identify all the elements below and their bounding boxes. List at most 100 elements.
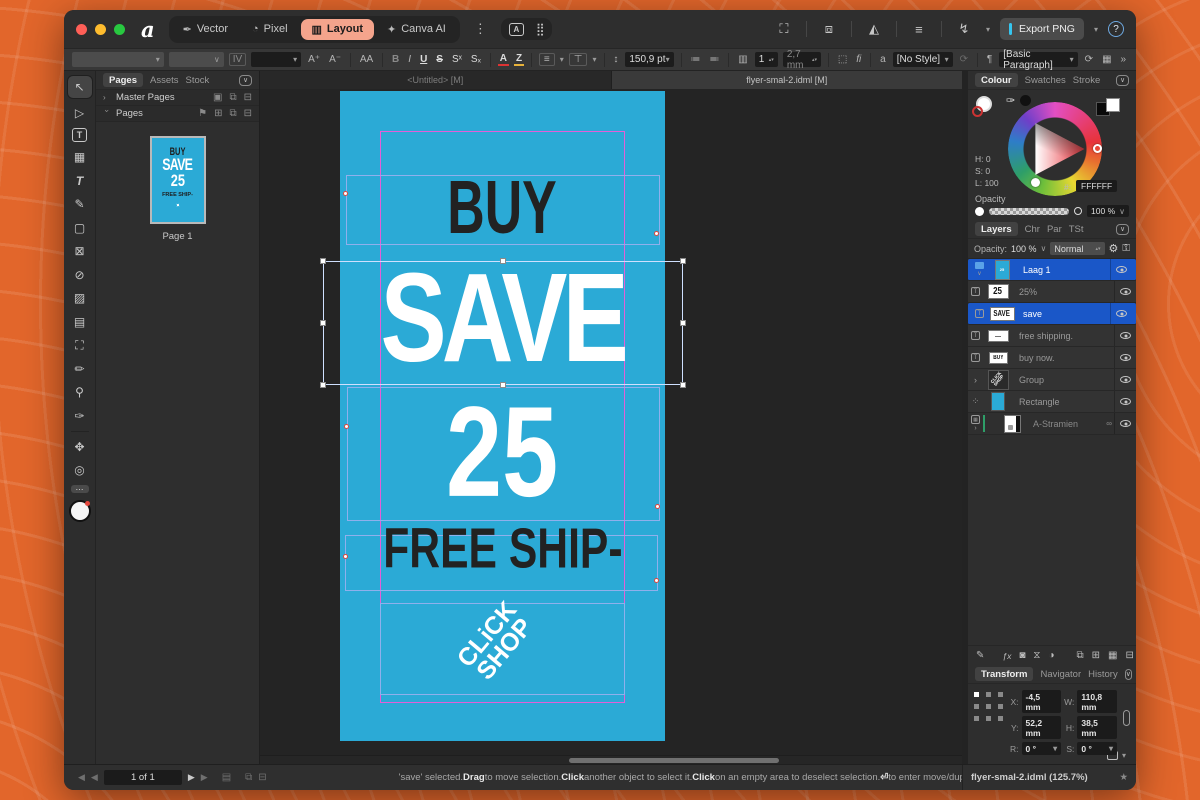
layer-visibility-toggle[interactable] (1114, 369, 1136, 390)
grid-options-icon[interactable]: ⣿ (536, 22, 545, 36)
layers-opacity-value[interactable]: 100 % (1011, 244, 1037, 254)
more-tools-button[interactable]: ⋯ (70, 485, 89, 494)
character-style-select[interactable]: [No Style] ▾ (892, 52, 953, 67)
export-png-button[interactable]: Export PNG (999, 18, 1084, 40)
edit-layer-icon[interactable]: ✎ (976, 650, 984, 661)
snapshot-marquee-icon[interactable]: ⛶ (772, 21, 796, 37)
export-options-caret[interactable]: ▾ (1094, 25, 1098, 34)
frame-node-dot[interactable] (343, 191, 348, 196)
character-style-sync-icon[interactable]: ⟳ (958, 54, 970, 65)
hex-input[interactable]: FFFFFF (1076, 180, 1118, 192)
opacity-value-select[interactable]: 100 % ∨ (1087, 205, 1129, 217)
layer-row-rectangle[interactable]: ⁘ Rectangle (968, 391, 1136, 413)
clickshop-logo[interactable]: CLiCK SHOP (452, 596, 538, 686)
pages-expand-icon[interactable]: › (103, 110, 112, 118)
last-page-button[interactable]: ▶ (201, 772, 208, 783)
picture-frame-rectangle-tool[interactable]: ⊠ (70, 243, 90, 260)
flyer-text-freeship[interactable]: FREE SHIP- (340, 518, 665, 581)
font-size-select[interactable]: ▾ (251, 52, 302, 67)
flyer-text-buy[interactable]: BUY (340, 166, 665, 250)
node-tool[interactable]: ▷ (70, 105, 90, 122)
save-selection-box[interactable] (323, 261, 683, 385)
next-page-button[interactable]: ▶ (188, 772, 195, 783)
frame-node-dot[interactable] (343, 554, 348, 559)
font-style-select[interactable]: ∨ (168, 52, 224, 67)
caps-button[interactable]: AA (358, 54, 375, 65)
flyer-page[interactable]: BUY SAVE 25 FREE SHIP- CLiCK SHOP (320, 91, 686, 741)
opacity-slider-handle[interactable] (975, 206, 984, 216)
superscript-button[interactable]: Sˣ (450, 54, 464, 65)
frame-node-dot[interactable] (344, 424, 349, 429)
tab-tst[interactable]: TSt (1069, 224, 1084, 235)
persona-pixel[interactable]: ◔ Pixel (241, 19, 299, 39)
frame-node-dot[interactable] (654, 231, 659, 236)
picture-frame-ellipse-tool[interactable]: ⊘ (70, 266, 90, 283)
place-image-tool[interactable]: ▨ (70, 290, 90, 307)
white-swatch[interactable] (1106, 98, 1120, 112)
layers-opacity-caret[interactable]: ∨ (1041, 244, 1047, 253)
frame-text-tool[interactable]: T (72, 128, 87, 142)
first-page-button[interactable]: ◀ (78, 772, 85, 783)
add-page-icon[interactable]: ⊞ (214, 108, 222, 119)
tab-par[interactable]: Par (1047, 224, 1062, 235)
delete-page-icon[interactable]: ⊟ (244, 108, 252, 119)
layer-visibility-toggle[interactable] (1114, 347, 1136, 368)
character-translate-icon[interactable]: A (508, 22, 524, 36)
anchor-point-selector[interactable] (974, 692, 1004, 722)
colour-panel-menu-chevron[interactable]: ∨ (1116, 74, 1129, 86)
layer-visibility-toggle[interactable] (1114, 413, 1136, 434)
layer-lock-icon[interactable]: ⚿ (1122, 243, 1130, 254)
paragraph-align-caret[interactable]: ▾ (560, 55, 564, 64)
table-tool[interactable]: ▦ (70, 149, 90, 166)
y-input[interactable]: 52,2 mm (1021, 716, 1062, 739)
link-objects-icon[interactable]: ⧈ (817, 21, 841, 37)
layer-row-buynow[interactable]: T BUY buy now. (968, 347, 1136, 369)
font-family-select[interactable]: ▾ (72, 52, 164, 67)
subscript-button[interactable]: Sₓ (469, 54, 483, 65)
w-input[interactable]: 110,8 mm (1077, 690, 1117, 713)
rotation-select[interactable]: 0 ° ▾ (1021, 742, 1062, 755)
tab-assets[interactable]: Assets (150, 75, 179, 86)
ligature-button[interactable]: fi (854, 54, 863, 65)
stroke-swatch[interactable] (972, 106, 983, 117)
shear-select[interactable]: 0 ° ▾ (1077, 742, 1117, 755)
panel-eyedropper-icon[interactable]: ✑ (1006, 94, 1015, 107)
delete-master-icon[interactable]: ⊟ (244, 92, 252, 103)
leading-input[interactable]: 150,9 pt ▾ (625, 52, 674, 67)
blend-mode-select[interactable]: Normal ▴▾ (1050, 242, 1105, 255)
tab-stroke[interactable]: Stroke (1073, 75, 1100, 86)
tab-history[interactable]: History (1088, 669, 1118, 680)
bold-button[interactable]: B (390, 54, 401, 65)
tab-stock[interactable]: Stock (186, 75, 210, 86)
paragraph-style-select[interactable]: [Basic Paragraph] ▾ (999, 49, 1078, 70)
add-master-icon[interactable]: ▣ (213, 92, 222, 103)
asset-tool[interactable]: ▤ (70, 313, 90, 330)
help-button[interactable]: ? (1108, 21, 1124, 37)
colour-picker-tool[interactable]: ✑ (70, 407, 90, 424)
account-avatar[interactable] (68, 499, 91, 522)
bullet-list-button[interactable]: ≔ (688, 54, 702, 65)
flip-horizontal-icon[interactable]: ◭ (862, 21, 886, 37)
master-pages-section[interactable]: › Master Pages ▣ ⧉ ⊟ (96, 90, 259, 106)
x-input[interactable]: -4,5 mm (1021, 690, 1062, 713)
layer-visibility-toggle[interactable] (1110, 259, 1132, 280)
move-tool[interactable]: ↖ (67, 76, 92, 98)
zoom-tool[interactable]: ◎ (70, 462, 90, 479)
new-pattern-layer-icon[interactable]: ▦ (1108, 650, 1117, 661)
layer-settings-gear-icon[interactable]: ⚙ (1109, 242, 1119, 255)
clone-page-icon[interactable]: ⧉ (229, 108, 236, 119)
tab-navigator[interactable]: Navigator (1040, 669, 1081, 680)
persona-layout[interactable]: ▥ Layout (300, 18, 374, 40)
selection-handle-tr[interactable] (680, 258, 686, 264)
tab-pages[interactable]: Pages (103, 73, 143, 87)
paragraph-style-sync-icon[interactable]: ⟳ (1083, 54, 1095, 65)
horizontal-scrollbar[interactable] (260, 755, 962, 764)
flyer-text-25[interactable]: 25 (340, 379, 665, 524)
link-dimensions-icon[interactable] (1123, 710, 1130, 726)
frame-node-dot[interactable] (655, 504, 660, 509)
favourite-star-icon[interactable]: ★ (1119, 772, 1128, 783)
gutter-stepper[interactable]: ▴▾ (812, 57, 817, 62)
text-frame-button[interactable]: ⬚ (836, 54, 849, 65)
layer-row-freeshipping[interactable]: T ▬▬ free shipping. (968, 325, 1136, 347)
transform-origin-caret[interactable]: ▾ (1122, 751, 1126, 760)
